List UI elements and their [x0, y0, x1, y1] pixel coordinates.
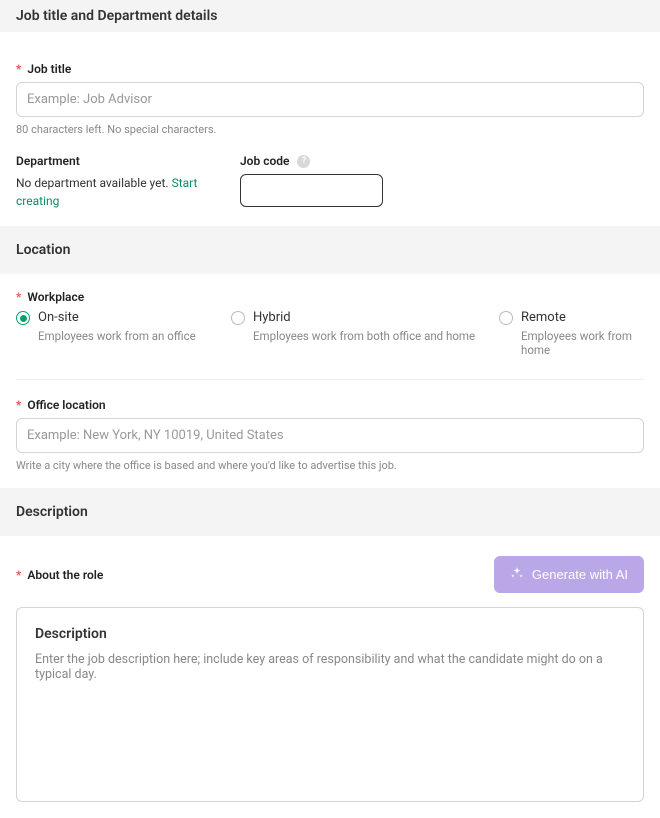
workplace-option-hybrid[interactable]: Hybrid Employees work from both office a…	[231, 310, 499, 357]
sparkle-icon	[510, 566, 524, 583]
section-header-location: Location	[0, 226, 660, 274]
office-location-label: Office location	[27, 398, 105, 412]
about-role-label: About the role	[27, 568, 103, 582]
radio-onsite[interactable]	[16, 311, 30, 325]
section-header-jobtitle: Job title and Department details	[0, 0, 660, 32]
workplace-option-remote[interactable]: Remote Employees work from home	[499, 310, 644, 357]
jobtitle-label: Job title	[27, 62, 71, 76]
option-desc: Employees work from an office	[38, 329, 196, 343]
radio-remote[interactable]	[499, 311, 513, 325]
help-icon[interactable]: ?	[297, 155, 310, 168]
workplace-label: Workplace	[27, 290, 84, 304]
section-body-description: * About the role Generate with AI Descri…	[0, 536, 660, 818]
editor-title: Description	[35, 626, 625, 642]
jobtitle-input[interactable]	[16, 82, 644, 117]
option-title: Hybrid	[253, 310, 475, 325]
ai-button-label: Generate with AI	[532, 567, 628, 582]
option-title: On-site	[38, 310, 196, 325]
workplace-option-onsite[interactable]: On-site Employees work from an office	[16, 310, 231, 357]
required-asterisk: *	[16, 568, 21, 582]
section-body-jobtitle: * Job title 80 characters left. No speci…	[0, 32, 660, 226]
radio-hybrid[interactable]	[231, 311, 245, 325]
option-desc: Employees work from both office and home	[253, 329, 475, 343]
required-asterisk: *	[16, 290, 21, 304]
section-header-description: Description	[0, 488, 660, 536]
description-editor[interactable]: Description Enter the job description he…	[16, 607, 644, 802]
office-location-input[interactable]	[16, 418, 644, 453]
office-location-hint: Write a city where the office is based a…	[16, 459, 644, 472]
generate-with-ai-button[interactable]: Generate with AI	[494, 556, 644, 593]
workplace-options: On-site Employees work from an office Hy…	[16, 310, 644, 357]
jobcode-input[interactable]	[240, 174, 383, 207]
department-label: Department	[16, 154, 80, 168]
section-body-location: * Workplace On-site Employees work from …	[0, 274, 660, 488]
required-asterisk: *	[16, 398, 21, 412]
required-asterisk: *	[16, 62, 21, 76]
editor-placeholder: Enter the job description here; include …	[35, 652, 625, 682]
jobtitle-hint: 80 characters left. No special character…	[16, 123, 644, 136]
option-desc: Employees work from home	[521, 329, 644, 357]
option-title: Remote	[521, 310, 644, 325]
jobcode-label: Job code	[240, 154, 289, 168]
department-text: No department available yet. Start creat…	[16, 174, 216, 210]
divider	[16, 379, 644, 380]
